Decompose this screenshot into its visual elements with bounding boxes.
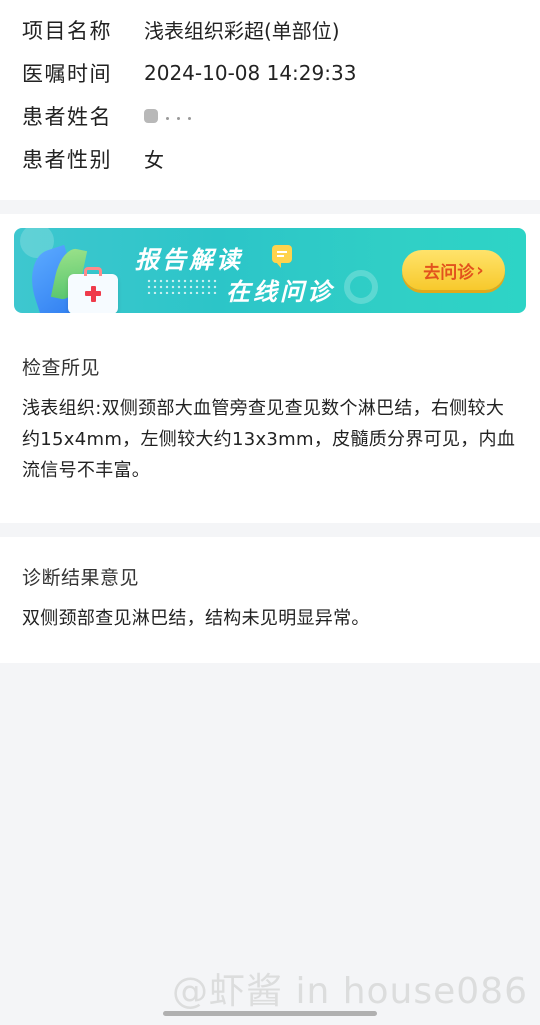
chat-bubble-icon <box>272 245 292 268</box>
patient-gender-label: 患者性别 <box>22 147 112 172</box>
order-time-label: 医嘱时间 <box>22 61 112 86</box>
item-name-label: 项目名称 <box>22 18 112 43</box>
info-row-patient-gender: 患者性别 女 <box>0 137 540 180</box>
info-row-patient-name: 患者姓名 <box>0 94 540 137</box>
info-row-order-time: 医嘱时间 2024-10-08 14:29:33 <box>0 51 540 94</box>
report-page: 项目名称 浅表组织彩超(单部位) 医嘱时间 2024-10-08 14:29:3… <box>0 0 540 1025</box>
banner-title: 报告解读 <box>135 246 243 274</box>
medical-kit-icon <box>68 267 118 313</box>
dots-decor <box>146 278 218 294</box>
order-time-value: 2024-10-08 14:29:33 <box>144 60 357 85</box>
home-indicator[interactable] <box>163 1011 377 1016</box>
go-consult-label: 去问诊 <box>423 262 475 283</box>
promo-banner-wrapper: 报告解读 在线问诊 去问诊 › <box>0 214 540 327</box>
patient-gender-value: 女 <box>144 148 164 172</box>
go-consult-button[interactable]: 去问诊 › <box>402 250 505 290</box>
watermark: @虾酱 in house086 <box>172 971 528 1012</box>
patient-name-label: 患者姓名 <box>22 104 112 129</box>
diagnosis-title: 诊断结果意见 <box>22 567 140 589</box>
findings-section: 检查所见 浅表组织:双侧颈部大血管旁查见查见数个淋巴结，右侧较大约15x4mm，… <box>0 327 540 523</box>
chevron-right-icon: › <box>476 259 484 281</box>
info-row-item-name: 项目名称 浅表组织彩超(单部位) <box>0 8 540 51</box>
decor-ring <box>344 270 378 304</box>
diagnosis-section: 诊断结果意见 双侧颈部查见淋巴结，结构未见明显异常。 <box>0 537 540 663</box>
findings-text: 浅表组织:双侧颈部大血管旁查见查见数个淋巴结，右侧较大约15x4mm，左侧较大约… <box>22 398 516 481</box>
patient-name-masked-value <box>144 106 191 126</box>
report-interpretation-banner[interactable]: 报告解读 在线问诊 去问诊 › <box>14 228 526 313</box>
exam-info-card: 项目名称 浅表组织彩超(单部位) 医嘱时间 2024-10-08 14:29:3… <box>0 0 540 200</box>
diagnosis-text: 双侧颈部查见淋巴结，结构未见明显异常。 <box>22 608 370 629</box>
item-name-value: 浅表组织彩超(单部位) <box>144 19 340 43</box>
findings-title: 检查所见 <box>22 357 101 379</box>
banner-subtitle: 在线问诊 <box>226 278 334 306</box>
